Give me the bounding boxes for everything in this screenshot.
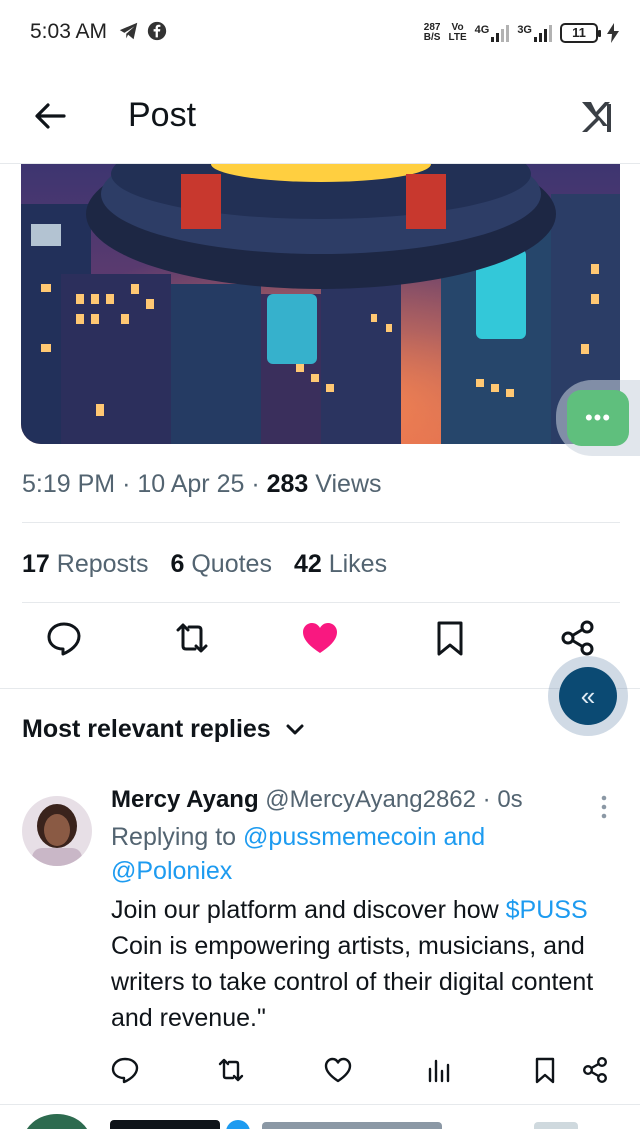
signal-icon — [491, 24, 510, 42]
chat-bubble-icon[interactable]: ••• — [567, 390, 629, 446]
like-icon-filled[interactable] — [300, 618, 340, 658]
charging-icon — [607, 23, 619, 43]
reply-text-part: Join our platform and discover how — [111, 896, 506, 924]
quotes-label: Quotes — [191, 550, 272, 578]
separator: · — [251, 470, 260, 498]
cashtag-link[interactable]: $PUSS — [506, 896, 588, 924]
avatar[interactable] — [22, 796, 92, 866]
network-2: 3G — [517, 24, 552, 42]
replying-to: Replying to @pussmemecoin and @Poloniex — [111, 820, 611, 888]
reply-text: Join our platform and discover how $PUSS… — [111, 892, 611, 1036]
network-1-label: 4G — [474, 24, 490, 36]
chevron-down-icon — [286, 724, 304, 734]
post-time: 5:19 PM — [22, 470, 116, 498]
floating-collapse-button[interactable]: « — [548, 656, 628, 736]
post-header: Post — [0, 66, 640, 164]
reply-author-handle[interactable]: @MercyAyang2862 — [265, 786, 476, 813]
views-label: Views — [315, 470, 382, 498]
next-reply-peek — [0, 1110, 640, 1129]
views-count: 283 — [266, 470, 309, 498]
post-stats: 17 Reposts 6 Quotes 42 Likes — [22, 550, 387, 579]
reply-icon[interactable] — [110, 1055, 140, 1085]
divider — [0, 688, 640, 689]
reply-item[interactable]: Mercy Ayang @MercyAyang2862 · 0s Replyin… — [111, 786, 611, 1036]
heart-icon[interactable] — [323, 1055, 353, 1085]
separator: · — [122, 470, 131, 498]
reposts-count: 17 — [22, 550, 50, 578]
reply-text-part: Coin is empowering artists, musicians, a… — [111, 932, 594, 1032]
divider — [0, 1104, 640, 1105]
status-bar: 5:03 AM 287 B/S Vo LTE 4G 3G 11 — [0, 0, 640, 66]
x-grok-logo-icon[interactable] — [578, 96, 618, 136]
share-icon[interactable] — [558, 618, 598, 658]
repost-icon[interactable] — [172, 618, 212, 658]
replying-prefix: Replying to — [111, 823, 244, 851]
double-chevron-left-icon[interactable]: « — [559, 667, 617, 725]
quotes-count: 6 — [170, 550, 185, 578]
battery-icon: 11 — [560, 23, 601, 43]
mention-link[interactable]: @Poloniex — [111, 857, 232, 885]
reply-time: · 0s — [482, 786, 523, 813]
network-2-label: 3G — [517, 24, 532, 36]
bookmark-icon[interactable] — [530, 1055, 560, 1085]
post-action-bar — [0, 618, 640, 676]
reply-author-name[interactable]: Mercy Ayang — [111, 786, 259, 813]
quotes-stat[interactable]: 6 Quotes — [170, 550, 271, 579]
mention-link[interactable]: @pussmemecoin — [243, 823, 437, 851]
reply-header: Mercy Ayang @MercyAyang2862 · 0s — [111, 786, 611, 814]
divider — [22, 522, 620, 523]
telegram-icon — [119, 22, 138, 40]
facebook-icon — [147, 21, 167, 41]
bookmark-icon[interactable] — [430, 618, 470, 658]
volte-bottom: LTE — [448, 32, 467, 43]
post-date: 10 Apr 25 — [137, 470, 245, 498]
volte-indicator: Vo LTE — [448, 23, 466, 43]
likes-label: Likes — [328, 550, 388, 578]
network-1: 4G — [475, 24, 510, 42]
data-speed-unit: B/S — [423, 32, 441, 43]
repost-icon[interactable] — [216, 1055, 246, 1085]
arrow-left-icon[interactable] — [30, 96, 70, 136]
likes-stat[interactable]: 42 Likes — [294, 550, 387, 579]
replies-sort-dropdown[interactable]: Most relevant replies — [22, 715, 305, 744]
post-image[interactable] — [21, 164, 620, 444]
divider — [22, 602, 620, 603]
likes-count: 42 — [293, 550, 322, 578]
reply-icon[interactable] — [44, 618, 84, 658]
status-time: 5:03 AM — [30, 20, 108, 43]
views-chart-icon[interactable] — [425, 1055, 455, 1085]
replying-and: and — [436, 823, 486, 851]
reposts-label: Reposts — [56, 550, 149, 578]
replies-sort-label: Most relevant replies — [22, 715, 271, 743]
signal-icon-2 — [534, 24, 552, 42]
post-timestamp: 5:19 PM · 10 Apr 25 · 283 Views — [22, 470, 382, 499]
more-options-icon[interactable] — [598, 794, 610, 820]
status-right-cluster: 287 B/S Vo LTE 4G 3G 11 — [424, 18, 620, 48]
data-speed: 287 B/S — [424, 23, 441, 43]
share-icon[interactable] — [580, 1055, 610, 1085]
reply-action-bar — [0, 1055, 640, 1095]
reposts-stat[interactable]: 17 Reposts — [22, 550, 148, 579]
floating-chat-button[interactable]: ••• — [556, 380, 640, 456]
page-title: Post — [128, 96, 197, 134]
